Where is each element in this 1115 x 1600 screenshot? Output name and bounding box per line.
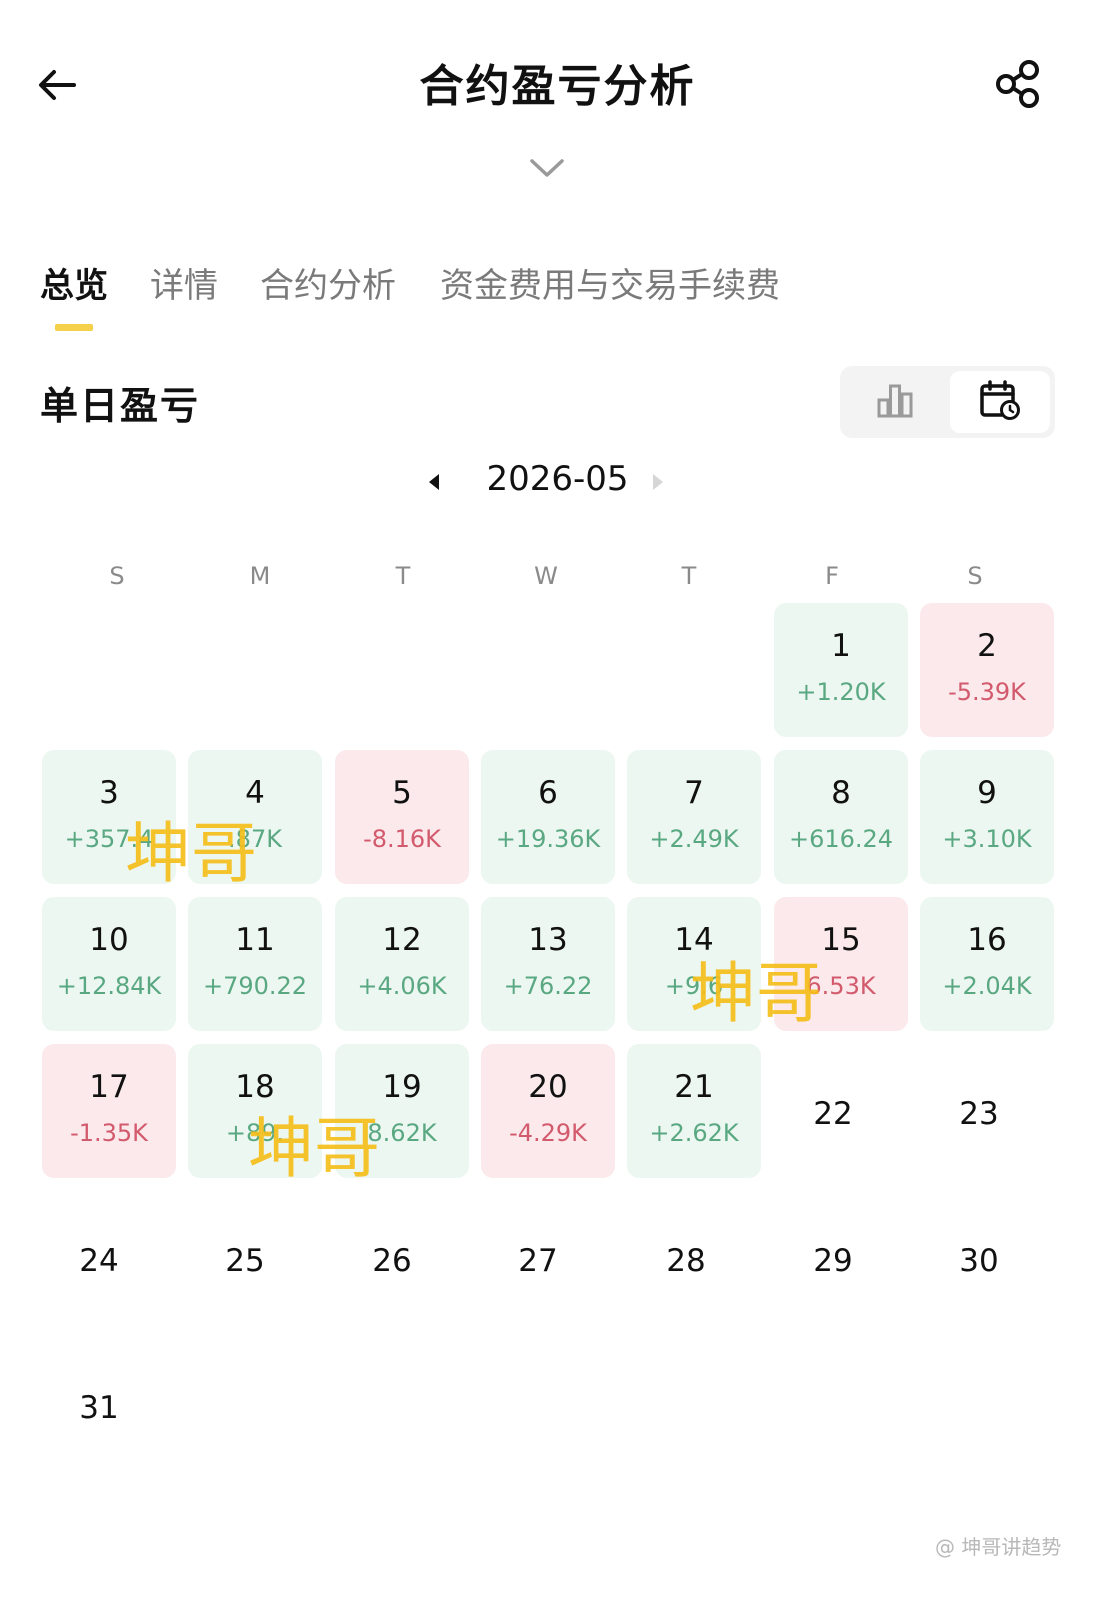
day-number: 26 <box>372 1243 412 1279</box>
day-number: 29 <box>813 1243 853 1279</box>
daily-pnl-value: +357.4 <box>64 825 154 853</box>
calendar-day-cell[interactable]: 14 +9.6 <box>627 897 761 1031</box>
day-number: 17 <box>89 1069 129 1105</box>
daily-pnl-value: -4.29K <box>509 1119 587 1147</box>
calendar-day-cell[interactable]: 15 6.53K <box>774 897 908 1031</box>
day-number: 13 <box>528 922 568 958</box>
calendar-day-cell[interactable]: 5 -8.16K <box>335 750 469 884</box>
daily-pnl-value: +790.22 <box>202 972 308 1000</box>
calendar-day-cell[interactable]: 12 +4.06K <box>335 897 469 1031</box>
day-number: 19 <box>382 1069 422 1105</box>
daily-pnl-value: 8.62K <box>367 1119 437 1147</box>
daily-pnl-value: +2.04K <box>942 972 1032 1000</box>
daily-pnl-value: -1.35K <box>70 1119 148 1147</box>
daily-pnl-value: .87K <box>228 825 282 853</box>
day-number: 9 <box>977 775 997 811</box>
calendar-day-cell[interactable]: 7 +2.49K <box>627 750 761 884</box>
calendar-day-cell[interactable]: 20 -4.29K <box>481 1044 615 1178</box>
calendar-day-cell[interactable]: 11 +790.22 <box>188 897 322 1031</box>
daily-pnl-value: 6.53K <box>806 972 876 1000</box>
calendar-day-cell[interactable]: 1 +1.20K <box>774 603 908 737</box>
calendar-day-cell[interactable]: 6 +19.36K <box>481 750 615 884</box>
day-number: 6 <box>538 775 558 811</box>
day-number: 28 <box>666 1243 706 1279</box>
calendar-day-cell[interactable]: 18 +89. <box>188 1044 322 1178</box>
calendar-day-cell[interactable]: 23 <box>912 1044 1046 1178</box>
source-credit: @ 坤哥讲趋势 <box>935 1535 1062 1559</box>
day-number: 18 <box>235 1069 275 1105</box>
day-number: 31 <box>79 1390 119 1426</box>
calendar-day-cell[interactable]: 29 <box>766 1191 900 1325</box>
calendar-day-cell[interactable]: 21 +2.62K <box>627 1044 761 1178</box>
day-number: 8 <box>831 775 851 811</box>
calendar-day-cell[interactable]: 26 <box>325 1191 459 1325</box>
day-number: 15 <box>821 922 861 958</box>
day-number: 14 <box>674 922 714 958</box>
daily-pnl-value: +12.84K <box>56 972 162 1000</box>
calendar-day-cell[interactable]: 4 .87K <box>188 750 322 884</box>
day-number: 7 <box>684 775 704 811</box>
calendar-day-cell[interactable]: 13 +76.22 <box>481 897 615 1031</box>
day-number: 20 <box>528 1069 568 1105</box>
calendar-grid: 1 +1.20K 2 -5.39K 3 +357.4 4 .87K 5 -8.16K 6 +19.36… <box>0 0 1115 1600</box>
day-number: 22 <box>813 1096 853 1132</box>
day-number: 16 <box>967 922 1007 958</box>
calendar-day-cell[interactable]: 3 +357.4 <box>42 750 176 884</box>
calendar-day-cell[interactable]: 25 <box>178 1191 312 1325</box>
day-number: 2 <box>977 628 997 664</box>
daily-pnl-value: +2.62K <box>649 1119 739 1147</box>
calendar-day-cell[interactable]: 8 +616.24 <box>774 750 908 884</box>
day-number: 11 <box>235 922 275 958</box>
daily-pnl-value: +1.20K <box>796 678 886 706</box>
calendar-day-cell[interactable]: 30 <box>912 1191 1046 1325</box>
calendar-day-cell[interactable]: 28 <box>619 1191 753 1325</box>
calendar-day-cell[interactable]: 27 <box>471 1191 605 1325</box>
daily-pnl-value: +89. <box>225 1119 285 1147</box>
day-number: 1 <box>831 628 851 664</box>
calendar-day-cell[interactable]: 2 -5.39K <box>920 603 1054 737</box>
day-number: 30 <box>959 1243 999 1279</box>
day-number: 12 <box>382 922 422 958</box>
day-number: 4 <box>245 775 265 811</box>
day-number: 24 <box>79 1243 119 1279</box>
daily-pnl-value: +3.10K <box>942 825 1032 853</box>
daily-pnl-value: +4.06K <box>357 972 447 1000</box>
daily-pnl-value: +19.36K <box>495 825 601 853</box>
calendar-day-cell[interactable]: 16 +2.04K <box>920 897 1054 1031</box>
day-number: 27 <box>518 1243 558 1279</box>
calendar-day-cell[interactable]: 17 -1.35K <box>42 1044 176 1178</box>
calendar-day-cell[interactable]: 9 +3.10K <box>920 750 1054 884</box>
daily-pnl-value: +2.49K <box>649 825 739 853</box>
calendar-day-cell[interactable]: 31 <box>32 1338 166 1472</box>
daily-pnl-value: +9.6 <box>664 972 724 1000</box>
day-number: 10 <box>89 922 129 958</box>
daily-pnl-value: -8.16K <box>363 825 441 853</box>
day-number: 3 <box>99 775 119 811</box>
day-number: 5 <box>392 775 412 811</box>
calendar-day-cell[interactable]: 10 +12.84K <box>42 897 176 1031</box>
daily-pnl-value: -5.39K <box>948 678 1026 706</box>
day-number: 23 <box>959 1096 999 1132</box>
day-number: 21 <box>674 1069 714 1105</box>
calendar-day-cell[interactable]: 19 8.62K <box>335 1044 469 1178</box>
calendar-day-cell[interactable]: 24 <box>32 1191 166 1325</box>
daily-pnl-value: +616.24 <box>788 825 894 853</box>
daily-pnl-value: +76.22 <box>503 972 593 1000</box>
day-number: 25 <box>225 1243 265 1279</box>
calendar-day-cell[interactable]: 22 <box>766 1044 900 1178</box>
